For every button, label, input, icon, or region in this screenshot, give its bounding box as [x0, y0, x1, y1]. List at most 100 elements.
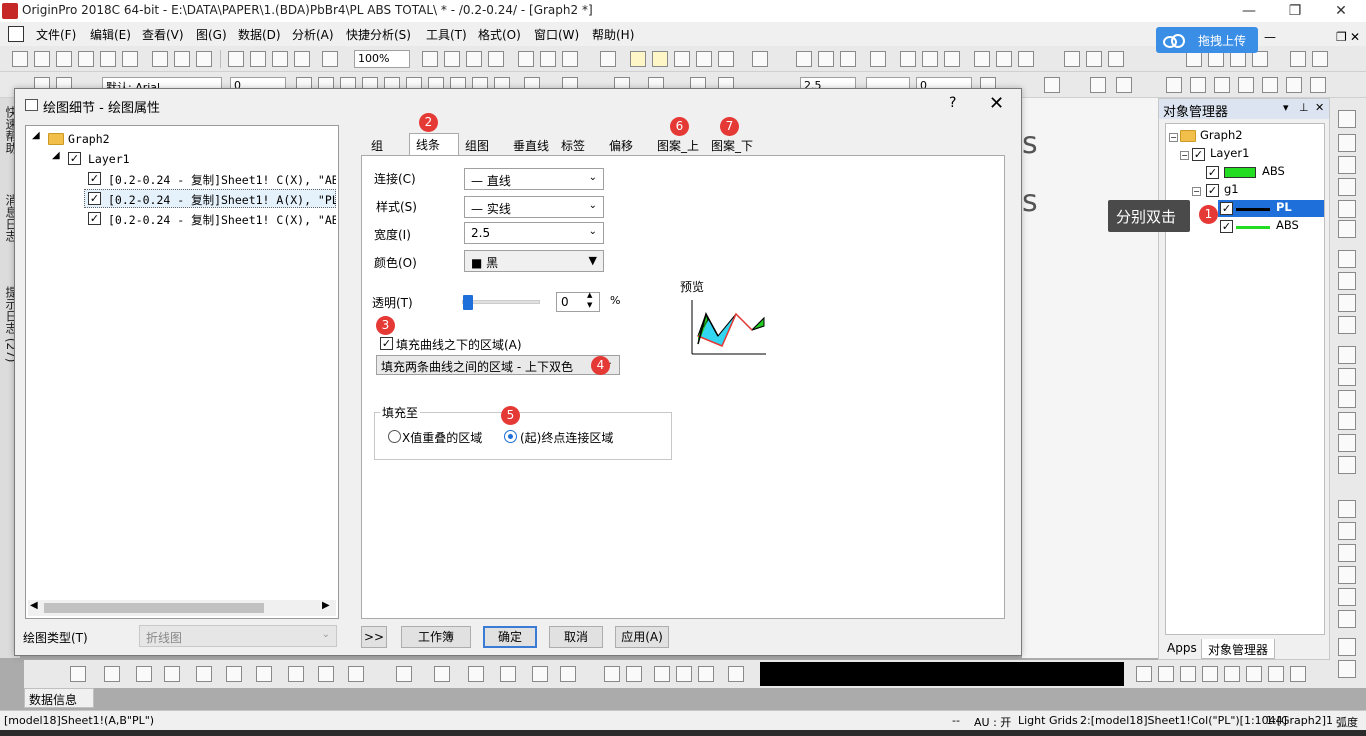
arrange-icon[interactable] [1338, 500, 1356, 518]
mdi-close-button[interactable]: ✕ [1350, 30, 1360, 44]
tab-label[interactable]: 标签 [555, 135, 591, 155]
tree-node-plot[interactable]: PL [1276, 200, 1292, 214]
stock-plot-icon[interactable] [318, 666, 334, 682]
lock-icon[interactable] [1312, 51, 1328, 67]
data-info-tab[interactable]: 数据信息 [24, 688, 94, 708]
box-chart-icon[interactable] [196, 666, 212, 682]
set-z-icon[interactable] [1108, 51, 1124, 67]
new-graph-icon[interactable] [78, 51, 94, 67]
sort-icon[interactable] [870, 51, 886, 67]
align-top-icon[interactable] [1338, 588, 1356, 606]
menu-view[interactable]: 查看(V) [142, 26, 184, 43]
export-icon[interactable] [466, 51, 482, 67]
tree-node-group[interactable]: g1 [1224, 182, 1239, 196]
apps-gear-icon[interactable] [718, 51, 734, 67]
frame-corner-icon[interactable] [1338, 434, 1356, 452]
status-angle-unit[interactable]: 弧度 [1336, 714, 1358, 730]
merge-icon[interactable] [1090, 77, 1106, 93]
3d-scatter-icon[interactable] [468, 666, 484, 682]
tree-node-layer[interactable]: Layer1 [88, 152, 130, 166]
template-icon[interactable] [196, 51, 212, 67]
grid-3x2-icon[interactable] [1338, 294, 1356, 312]
layout-icon[interactable] [562, 51, 578, 67]
open-folder-icon[interactable] [228, 51, 244, 67]
bar-graph-icon[interactable] [900, 51, 916, 67]
export-toolbar-icon[interactable] [1214, 77, 1230, 93]
menu-analysis[interactable]: 分析(A) [292, 26, 334, 43]
project-explorer-icon[interactable] [600, 51, 616, 67]
open-recent-icon[interactable] [250, 51, 266, 67]
axis-tool-icon[interactable] [1338, 156, 1356, 174]
frame-top-icon[interactable] [1338, 368, 1356, 386]
matrix-tool-icon[interactable] [604, 666, 620, 682]
align-right-icon[interactable] [1338, 566, 1356, 584]
line-symbol-icon[interactable] [136, 666, 152, 682]
panel-close-button[interactable]: ✕ [1315, 101, 1324, 114]
tab-line[interactable]: 线条 [409, 133, 459, 157]
object-front-icon[interactable] [1136, 666, 1152, 682]
frame-right-icon[interactable] [1338, 456, 1356, 474]
shape-2-icon[interactable] [1246, 666, 1262, 682]
table-delete-icon[interactable] [1262, 77, 1278, 93]
lock-layer-icon[interactable] [1166, 77, 1182, 93]
collapse-toggle[interactable]: ◢ [52, 150, 60, 161]
polar-plot-icon[interactable] [288, 666, 304, 682]
close-window-button[interactable]: ✕ [1318, 0, 1364, 22]
3d-surface-icon[interactable] [396, 666, 412, 682]
object-back-icon[interactable] [1158, 666, 1174, 682]
statistics-icon[interactable] [818, 51, 834, 67]
horizontal-scrollbar[interactable]: ◀ ▶ [28, 600, 336, 616]
menu-help[interactable]: 帮助(H) [592, 26, 634, 43]
distribute-icon[interactable] [1338, 522, 1356, 540]
plot-checkbox[interactable]: ✓ [1220, 220, 1233, 233]
unmerge-icon[interactable] [1116, 77, 1132, 93]
shape-4-icon[interactable] [1290, 666, 1306, 682]
save-template-icon[interactable] [294, 51, 310, 67]
line-plot-icon[interactable] [70, 666, 86, 682]
layer-checkbox[interactable]: ✓ [68, 152, 81, 165]
data-reader-icon[interactable] [630, 51, 646, 67]
apply-button[interactable]: 应用(A) [615, 626, 669, 648]
filter-icon[interactable] [974, 51, 990, 67]
plot-checkbox[interactable]: ✓ [88, 192, 101, 205]
axis-break-icon[interactable] [1338, 178, 1356, 196]
zoom-tool-icon[interactable] [652, 51, 668, 67]
import-wizard-icon[interactable] [174, 51, 190, 67]
radio-x-overlap[interactable] [388, 430, 401, 443]
tree-node-layer[interactable]: Layer1 [1210, 146, 1249, 160]
recalculate-icon[interactable] [322, 51, 338, 67]
template-library-icon[interactable] [348, 666, 364, 682]
object-forward-icon[interactable] [1180, 666, 1196, 682]
menu-quick-analysis[interactable]: 快捷分析(S) [346, 26, 411, 43]
script-window-icon[interactable] [540, 51, 556, 67]
set-x-icon[interactable] [1064, 51, 1080, 67]
matrix-rotate-icon[interactable] [654, 666, 670, 682]
menu-data[interactable]: 数据(D) [238, 26, 281, 43]
frame-bottom-icon[interactable] [1338, 346, 1356, 364]
peak-icon[interactable] [944, 51, 960, 67]
matrix-flip-icon[interactable] [626, 666, 642, 682]
scroll-right-icon[interactable]: ▶ [322, 600, 330, 611]
matrix-set-icon[interactable] [728, 666, 744, 682]
connect-select[interactable]: — 直线 ⌄ [464, 168, 604, 190]
new-worksheet-icon[interactable] [34, 51, 50, 67]
radio-endpoints[interactable] [504, 430, 517, 443]
plot-checkbox[interactable]: ✓ [1220, 202, 1233, 215]
table-icon[interactable] [1044, 77, 1060, 93]
tab-pattern-below[interactable]: 图案_下 [705, 135, 759, 155]
tree-node-plot[interactable]: [0.2-0.24 - 复制]Sheet1! A(X), "PL"(Y) [108, 192, 336, 208]
histogram-icon[interactable] [922, 51, 938, 67]
scroll-left-icon[interactable]: ◀ [30, 600, 38, 611]
tab-drop-lines[interactable]: 垂直线 [507, 135, 555, 155]
matrix-shrink-icon[interactable] [698, 666, 714, 682]
menu-file[interactable]: 文件(F) [36, 26, 76, 43]
tab-object-manager[interactable]: 对象管理器 [1201, 639, 1276, 659]
results-log-icon[interactable] [518, 51, 534, 67]
plot-type-select[interactable]: 折线图 ⌄ [139, 625, 337, 647]
layer-checkbox[interactable]: ✓ [1192, 148, 1205, 161]
menu-tools[interactable]: 工具(T) [426, 26, 467, 43]
new-function-icon[interactable] [122, 51, 138, 67]
tree-node-plot[interactable]: ABS [1262, 164, 1285, 178]
zoom-combo[interactable]: 100% [354, 50, 410, 68]
refresh-icon[interactable] [488, 51, 504, 67]
